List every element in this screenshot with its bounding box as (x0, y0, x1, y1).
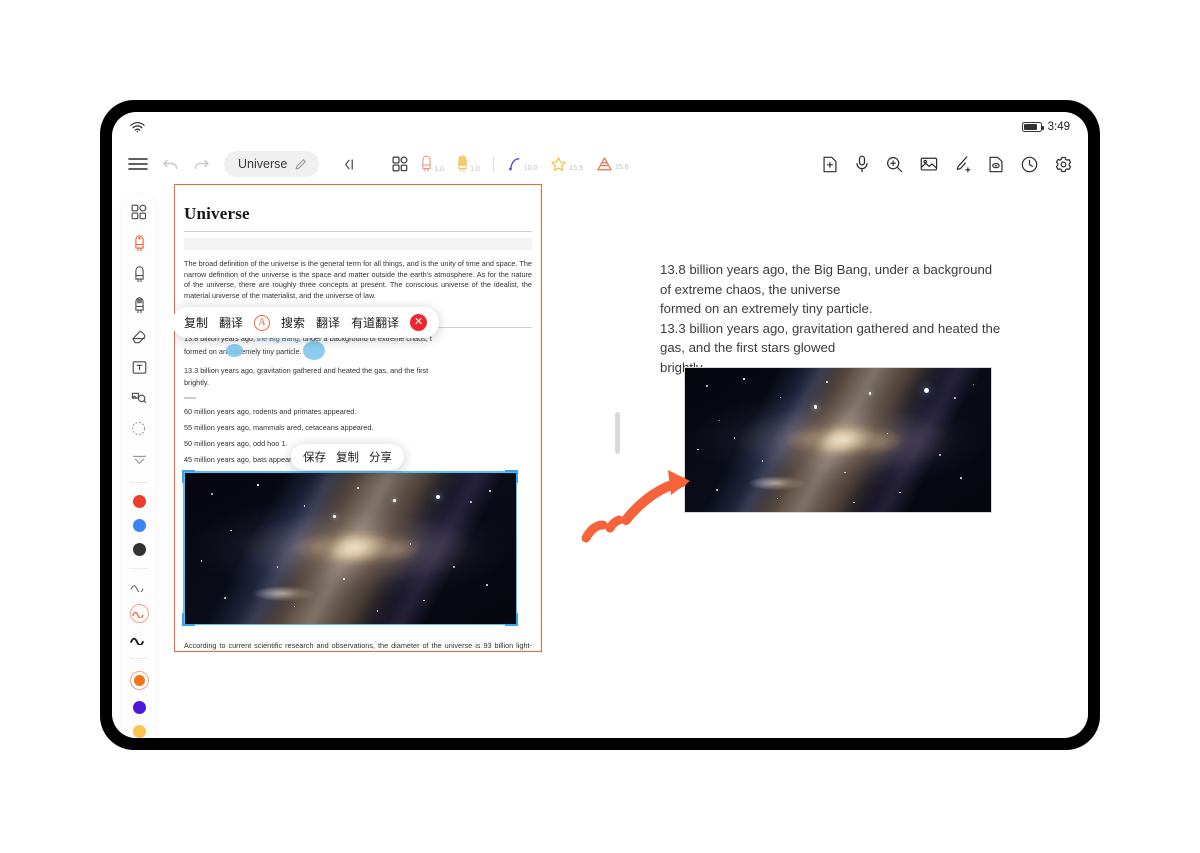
text-box-icon[interactable] (129, 357, 149, 377)
pen-icon[interactable] (129, 233, 149, 253)
menu-translate[interactable]: 翻译 (219, 314, 243, 331)
document-paragraph-1: The broad definition of the universe is … (184, 259, 532, 300)
zoom-in-icon[interactable] (886, 156, 903, 173)
history-clock-icon[interactable] (1021, 156, 1038, 173)
top-toolbar: Universe 1.0 1.0 10.0 15.5 15.6 (112, 142, 1088, 186)
undo-icon[interactable] (162, 157, 179, 172)
timeline-row-1: 60 million years ago, rodents and primat… (184, 407, 357, 417)
highlight-blob-2 (303, 341, 325, 361)
shape-tool-icon[interactable] (392, 156, 408, 172)
sidebar-divider-1 (130, 482, 148, 483)
image-menu-share[interactable]: 分享 (369, 449, 392, 465)
battery-icon (1021, 122, 1044, 132)
text-context-menu[interactable]: 复制 翻译 A 搜索 翻译 有道翻译 ✕ (174, 307, 440, 338)
pencil-icon[interactable] (129, 264, 149, 284)
menu-youdao-translate[interactable]: 有道翻译 (351, 314, 399, 331)
andromeda-galaxy-image[interactable] (184, 472, 516, 624)
paragraph-separator (184, 397, 196, 400)
document-heading: Universe (184, 204, 250, 223)
star-tool-icon[interactable]: 15.5 (550, 156, 583, 173)
curve-size-label: 10.0 (523, 165, 538, 172)
status-bar-right: 3:49 (1021, 121, 1070, 133)
gray-band (184, 238, 532, 250)
toolbar-right-group (822, 155, 1072, 173)
image-context-menu[interactable]: 保存 复制 分享 (291, 444, 404, 470)
image-lasso-icon[interactable] (129, 388, 149, 408)
collapse-panel-icon[interactable] (341, 157, 356, 172)
curved-arrow-annotation (564, 442, 704, 552)
menu-copy[interactable]: 复制 (184, 314, 208, 331)
screenshot-root: 3:49 Universe 1.0 1.0 10.0 15.5 15.6 Uni… (0, 0, 1200, 853)
highlighter-tool-icon[interactable]: 1.0 (457, 154, 480, 174)
menu-translate-2[interactable]: 翻译 (316, 314, 340, 331)
marker-icon[interactable] (129, 295, 149, 315)
add-page-icon[interactable] (822, 156, 838, 173)
chevron-down-icon[interactable] (129, 450, 149, 470)
medium-stroke-icon[interactable] (129, 604, 149, 623)
color-swatch-blue[interactable] (132, 519, 146, 532)
doc-image-wrapper[interactable] (182, 470, 518, 626)
app-translate-icon[interactable]: A (254, 314, 271, 331)
pen-size-label: 1.0 (434, 166, 445, 173)
color-swatch-yellow[interactable] (132, 725, 146, 738)
document-page[interactable]: Universe The broad definition of the uni… (174, 184, 542, 652)
pen-add-icon[interactable] (955, 155, 971, 173)
toolbar-left-group: Universe (128, 151, 356, 177)
triangle-size-label: 15.6 (615, 164, 629, 171)
toolbar-divider (492, 156, 494, 172)
status-bar: 3:49 (112, 112, 1088, 142)
microphone-icon[interactable] (855, 155, 869, 173)
eraser-icon[interactable] (129, 326, 149, 346)
sidebar-divider-2 (130, 568, 148, 569)
tablet-device-frame: 3:49 Universe 1.0 1.0 10.0 15.5 15.6 Uni… (100, 100, 1100, 750)
curve-tool-icon[interactable]: 10.0 (507, 155, 538, 173)
pen-tool-icon[interactable]: 1.0 (421, 154, 444, 174)
redo-icon[interactable] (193, 157, 210, 172)
thin-stroke-icon[interactable] (129, 581, 149, 593)
hamburger-menu-icon[interactable] (128, 157, 148, 171)
shapes-icon[interactable] (129, 202, 149, 222)
image-menu-save[interactable]: 保存 (303, 449, 326, 465)
menu-search[interactable]: 搜索 (281, 314, 305, 331)
status-bar-left (130, 121, 145, 133)
color-swatch-black[interactable] (132, 543, 146, 556)
insert-image-icon[interactable] (920, 156, 938, 172)
star-field (184, 472, 516, 624)
wifi-icon (130, 121, 145, 133)
document-title-pill[interactable]: Universe (224, 151, 320, 177)
andromeda-galaxy-image-copy[interactable] (685, 368, 991, 512)
left-tool-sidebar (122, 194, 156, 738)
document-paragraph-2: According to current scientific research… (184, 641, 532, 652)
timeline-row-2: 55 million years ago, mammals ared, ceta… (184, 423, 374, 433)
annotation-note-text: 13.8 billion years ago, the Big Bang, un… (660, 262, 1001, 375)
settings-gear-icon[interactable] (1055, 156, 1072, 173)
toolbar-tools-group: 1.0 1.0 10.0 15.5 15.6 (392, 154, 629, 174)
history-line-3: 13.3 billion years ago, gravitation gath… (184, 366, 429, 376)
highlighter-size-label: 1.0 (470, 166, 480, 173)
lasso-select-icon[interactable] (129, 419, 149, 439)
color-swatch-red[interactable] (132, 495, 146, 508)
pencil-edit-icon[interactable] (294, 158, 307, 171)
color-swatch-purple[interactable] (132, 701, 146, 714)
heading-rule (184, 231, 532, 232)
history-line-4: brightly. (184, 378, 210, 388)
document-title-label: Universe (238, 157, 288, 171)
history-line-2: formed on an extremely tiny particle. (174, 341, 542, 361)
image-menu-copy[interactable]: 复制 (336, 449, 359, 465)
tablet-screen: 3:49 Universe 1.0 1.0 10.0 15.5 15.6 Uni… (112, 112, 1088, 738)
close-icon[interactable]: ✕ (410, 314, 428, 331)
status-clock: 3:49 (1047, 121, 1070, 133)
color-swatch-orange-selected[interactable] (129, 671, 149, 690)
star-size-label: 15.5 (569, 164, 584, 172)
annotation-image-wrapper[interactable] (684, 367, 992, 513)
star-field-copy (685, 368, 991, 512)
vertical-scroll-handle[interactable] (615, 412, 620, 454)
triangle-tool-icon[interactable]: 15.6 (596, 156, 629, 172)
sidebar-divider-3 (130, 658, 148, 659)
document-preview-icon[interactable] (988, 156, 1004, 173)
thick-stroke-icon[interactable] (129, 634, 149, 646)
